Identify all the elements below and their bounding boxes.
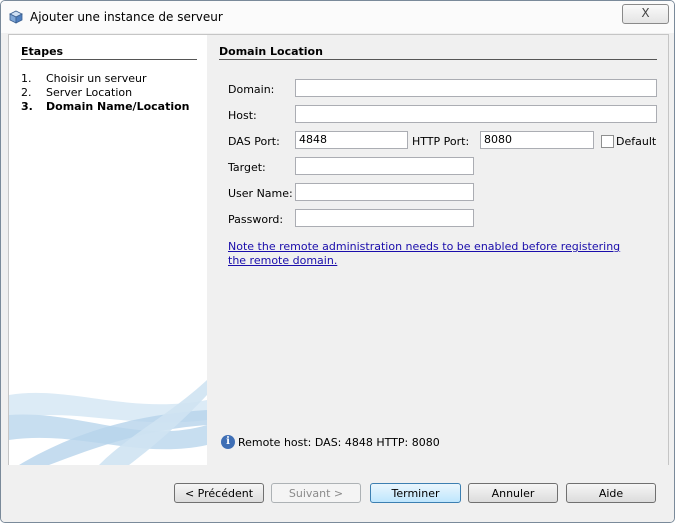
steps-panel: Etapes 1. Choisir un serveur 2. Server L… xyxy=(9,35,207,465)
info-icon: i xyxy=(221,435,235,449)
app-cube-icon xyxy=(9,10,23,24)
http-port-field[interactable]: 8080 xyxy=(480,131,594,149)
step-number: 1. xyxy=(21,72,32,85)
default-checkbox[interactable] xyxy=(601,135,614,148)
step-label: Server Location xyxy=(46,86,133,99)
steps-title: Etapes xyxy=(21,45,64,58)
target-field[interactable] xyxy=(295,157,474,175)
section-divider xyxy=(219,59,657,60)
password-label: Password: xyxy=(228,213,284,226)
http-port-label: HTTP Port: xyxy=(412,135,470,148)
steps-divider xyxy=(21,59,197,60)
username-field[interactable] xyxy=(295,183,474,201)
domain-field[interactable] xyxy=(295,79,657,97)
cancel-button[interactable]: Annuler xyxy=(468,483,558,503)
window-title: Ajouter une instance de serveur xyxy=(30,10,223,24)
step-label: Domain Name/Location xyxy=(46,100,190,113)
password-field[interactable] xyxy=(295,209,474,227)
das-port-label: DAS Port: xyxy=(228,135,280,148)
button-bar: < Précédent Suivant > Terminer Annuler A… xyxy=(1,465,674,522)
step-number: 2. xyxy=(21,86,32,99)
default-label: Default xyxy=(616,135,657,148)
previous-button[interactable]: < Précédent xyxy=(174,483,264,503)
close-button[interactable]: X xyxy=(622,4,669,24)
host-field[interactable] xyxy=(295,105,657,123)
remote-host-status: Remote host: DAS: 4848 HTTP: 8080 xyxy=(238,436,440,449)
close-icon: X xyxy=(641,6,650,20)
host-label: Host: xyxy=(228,109,257,122)
wizard-content: Etapes 1. Choisir un serveur 2. Server L… xyxy=(8,34,669,466)
finish-button[interactable]: Terminer xyxy=(370,483,461,503)
domain-label: Domain: xyxy=(228,83,275,96)
step-number: 3. xyxy=(21,100,33,113)
das-port-field[interactable]: 4848 xyxy=(295,131,408,149)
step-label: Choisir un serveur xyxy=(46,72,147,85)
next-button[interactable]: Suivant > xyxy=(271,483,361,503)
username-label: User Name: xyxy=(228,187,293,200)
target-label: Target: xyxy=(228,161,266,174)
dialog-window: Ajouter une instance de serveur X Etapes… xyxy=(0,0,675,523)
title-bar: Ajouter une instance de serveur X xyxy=(1,1,674,33)
section-title: Domain Location xyxy=(219,45,323,58)
domain-location-panel: Domain Location Domain: Host: DAS Port: … xyxy=(207,35,668,465)
remote-admin-note-link[interactable]: Note the remote administration needs to … xyxy=(228,240,638,268)
help-button[interactable]: Aide xyxy=(566,483,656,503)
decorative-swoosh-image xyxy=(9,380,207,465)
